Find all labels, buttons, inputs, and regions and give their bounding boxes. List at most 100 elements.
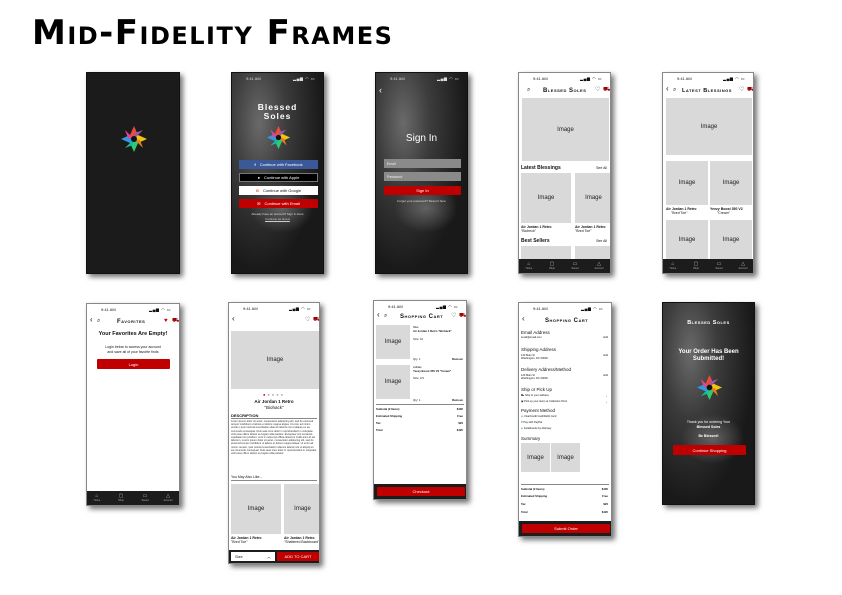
tab-shop[interactable]: ▢ Shop	[688, 261, 704, 270]
cart-icon[interactable]: ⛟	[172, 318, 179, 324]
see-all-link[interactable]: See All	[596, 166, 607, 170]
search-icon[interactable]: ⌕	[527, 87, 530, 93]
back-icon[interactable]: ‹	[379, 86, 382, 95]
status-bar: 9:41 AM ▂▄▆ ◠ ▭	[374, 303, 466, 311]
payment-option-paypal[interactable]: P Pay with PayPal	[521, 421, 542, 424]
login-button[interactable]: Login	[97, 359, 170, 369]
total-value: $420	[456, 428, 463, 432]
ship-option-label: Ship to your address	[524, 394, 549, 397]
hero-image[interactable]: Image	[522, 98, 609, 161]
tab-home[interactable]: ⌂ Home	[89, 493, 105, 502]
chevron-up-icon: ︿	[267, 553, 271, 559]
tab-bar: ⌂ Home ▢ Shop ▭ Saved △ Account	[87, 491, 179, 505]
empty-message-1: Login below to access your account	[105, 345, 161, 349]
continue-shopping-button[interactable]: Continue Shopping	[673, 445, 746, 455]
tab-saved[interactable]: ▭ Saved	[567, 261, 583, 270]
heart-icon[interactable]: ♡	[305, 317, 310, 323]
payment-paypal-label: Pay with PayPal	[523, 421, 543, 424]
remove-item-2-button[interactable]: Remove	[452, 398, 463, 402]
tab-saved[interactable]: ▭ Saved	[711, 261, 727, 270]
search-icon[interactable]: ⌕	[384, 313, 387, 319]
heart-filled-icon[interactable]: ♥	[164, 318, 168, 324]
tab-shop[interactable]: ▢ Shop	[544, 261, 560, 270]
product-2-sub: "Cream"	[717, 211, 730, 215]
sign-in-button[interactable]: Sign In	[384, 186, 461, 195]
payment-option-afterpay[interactable]: ◈ Installments by Afterpay	[521, 427, 551, 430]
cart-icon[interactable]: ⛟	[459, 313, 466, 319]
email-button[interactable]: ✉ Continue with Email	[239, 199, 318, 208]
carousel-dots[interactable]: ●●●●●	[229, 392, 319, 397]
ship-option[interactable]: ⛟ Ship to your address	[521, 394, 549, 398]
back-icon[interactable]: ‹	[522, 315, 525, 323]
search-icon[interactable]: ⌕	[97, 318, 100, 324]
ship-or-pickup-heading: Ship or Pick Up	[521, 387, 553, 392]
email-input[interactable]: Email	[384, 159, 461, 168]
submit-order-button[interactable]: Submit Order	[522, 524, 610, 533]
cart-item-1-image[interactable]: Image	[376, 325, 410, 359]
back-icon[interactable]: ‹	[232, 315, 235, 323]
logo-icon	[121, 126, 147, 152]
search-icon[interactable]: ⌕	[673, 87, 676, 93]
size-selector[interactable]: Size ︿	[231, 552, 275, 561]
tab-account[interactable]: △ Account	[735, 261, 751, 270]
back-icon[interactable]: ‹	[666, 85, 669, 93]
related-image-2[interactable]: Image	[284, 484, 319, 534]
logo-icon	[266, 125, 291, 150]
tab-shop[interactable]: ▢ Shop	[113, 493, 129, 502]
heart-icon[interactable]: ♡	[739, 87, 744, 93]
status-time: 9:41 AM	[533, 76, 548, 81]
pickup-option[interactable]: ▣ Pick up your items at Collection Point	[521, 400, 567, 403]
tab-home[interactable]: ⌂ Home	[665, 261, 681, 270]
cart-item-2-image[interactable]: Image	[376, 365, 410, 399]
confirmation-heading-1: Your Order Has Been	[678, 349, 739, 355]
cart-item-1-name: Air Jordan 1 Retro "Biohack"	[413, 329, 452, 333]
product-image-3[interactable]: Image	[666, 220, 708, 260]
remove-item-1-button[interactable]: Remove	[452, 357, 463, 361]
tab-account[interactable]: △ Account	[591, 261, 607, 270]
payment-option-card[interactable]: ▭ Visa/Credit Card/Debit Card	[521, 415, 556, 418]
edit-shipping-link[interactable]: Edit	[604, 354, 608, 357]
home-frame: 9:41 AM ▂▄▆ ◠ ▭ ⌕ Blessed Soles ♡ ⛟ Image…	[518, 72, 611, 274]
be-blessed-text: Be Blessed!	[698, 434, 719, 438]
product-image-1[interactable]: Image	[521, 173, 571, 223]
google-button[interactable]: G Continue with Google	[239, 186, 318, 195]
tab-account[interactable]: △ Account	[160, 493, 176, 502]
product-image[interactable]: Image	[231, 331, 319, 389]
see-all-link[interactable]: See All	[596, 239, 607, 243]
tab-label: Home	[93, 499, 101, 502]
cart-icon[interactable]: ⛟	[313, 317, 319, 323]
edit-email-link[interactable]: Edit	[604, 336, 608, 339]
password-input[interactable]: Password	[384, 172, 461, 181]
product-image-1[interactable]: Image	[666, 161, 708, 205]
tab-label: Shop	[549, 267, 555, 270]
shipping-value: Free	[602, 494, 608, 498]
heart-icon[interactable]: ♡	[451, 313, 456, 319]
delivery-heading: Delivery Address/Method	[521, 367, 572, 372]
status-bar: 9:41 AM ▂▄▆ ◠ ▭	[663, 75, 753, 83]
related-image-1[interactable]: Image	[231, 484, 281, 534]
facebook-button[interactable]: f Continue with Facebook	[239, 160, 318, 169]
checkout-button[interactable]: Checkout	[377, 487, 465, 496]
forgot-password-link[interactable]: Forgot your password? Reset it here	[376, 199, 467, 203]
product-image-2[interactable]: Image	[575, 173, 610, 223]
back-icon[interactable]: ‹	[90, 316, 93, 324]
add-to-cart-button[interactable]: ADD TO CART	[277, 552, 319, 561]
description-text: Lorem ipsum dolor sit amet, consectetur …	[231, 420, 317, 456]
guest-link[interactable]: Continue as Guest	[232, 217, 323, 221]
back-icon[interactable]: ‹	[377, 311, 380, 319]
hero-image[interactable]: Image	[666, 98, 752, 155]
edit-delivery-link[interactable]: Edit	[604, 374, 608, 377]
apple-button[interactable]: ● Continue with Apple	[239, 173, 318, 182]
product-frame: 9:41 AM ▂▄▆ ◠ ▭ ‹ ♡ ⛟ Image ●●●●● Air Jor…	[228, 302, 320, 564]
shipping-address-heading: Shipping Address	[521, 347, 557, 352]
cart-icon[interactable]: ⛟	[747, 87, 753, 93]
cart-icon[interactable]: ⛟	[603, 87, 610, 93]
tab-home[interactable]: ⌂ Home	[521, 261, 537, 270]
product-image-4[interactable]: Image	[710, 220, 752, 260]
tab-label: Home	[669, 267, 677, 270]
heart-icon[interactable]: ♡	[595, 87, 600, 93]
tab-saved[interactable]: ▭ Saved	[137, 493, 153, 502]
google-icon: G	[255, 188, 259, 193]
product-image-2[interactable]: Image	[710, 161, 752, 205]
sign-in-link[interactable]: Already have an account? Sign In Here	[232, 212, 323, 216]
